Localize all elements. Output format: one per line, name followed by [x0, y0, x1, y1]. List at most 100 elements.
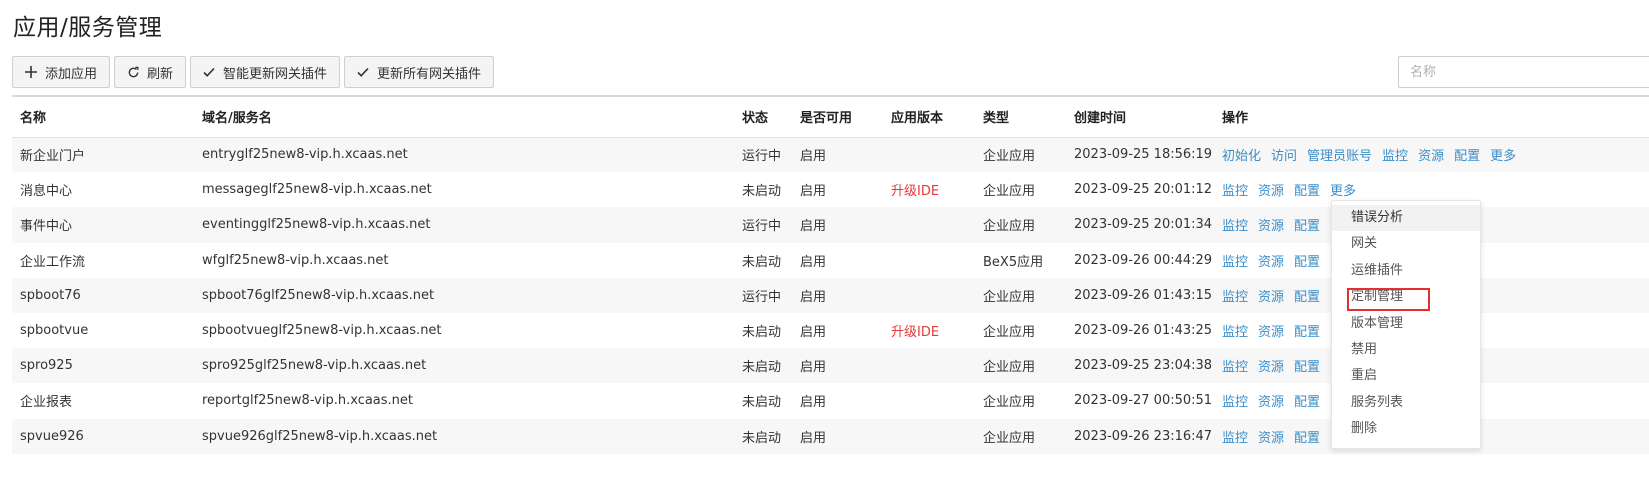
add-app-button[interactable]: 添加应用 [12, 56, 111, 88]
action-link[interactable]: 更多 [1490, 149, 1516, 164]
action-link[interactable]: 配置 [1294, 219, 1320, 234]
action-link[interactable]: 监控 [1222, 325, 1248, 340]
action-link[interactable]: 配置 [1294, 395, 1320, 410]
action-link[interactable]: 资源 [1258, 431, 1284, 446]
check-icon [201, 64, 217, 80]
cell-enabled: 启用 [792, 137, 883, 173]
column-header-status[interactable]: 状态 [734, 97, 792, 138]
cell-status: 运行中 [734, 137, 792, 173]
action-link[interactable]: 配置 [1294, 184, 1320, 199]
cell-enabled: 启用 [792, 172, 883, 208]
action-link[interactable]: 监控 [1222, 360, 1248, 375]
column-header-version[interactable]: 应用版本 [883, 97, 975, 138]
toolbar: 添加应用 刷新 智能更新网关插件 更新所有网关插件 [12, 56, 495, 88]
column-header-domain[interactable]: 域名/服务名 [194, 97, 734, 138]
cell-type: 企业应用 [975, 207, 1066, 243]
action-link[interactable]: 配置 [1454, 149, 1480, 164]
action-link[interactable]: 资源 [1418, 149, 1444, 164]
smart-update-label: 智能更新网关插件 [223, 66, 328, 82]
action-link[interactable]: 配置 [1294, 360, 1320, 375]
action-link[interactable]: 资源 [1258, 255, 1284, 270]
cell-type: 企业应用 [975, 383, 1066, 419]
plus-icon [23, 64, 39, 80]
cell-enabled: 启用 [792, 348, 883, 384]
action-link[interactable]: 监控 [1222, 431, 1248, 446]
action-link[interactable]: 资源 [1258, 290, 1284, 305]
cell-domain: spbootvueglf25new8-vip.h.xcaas.net [194, 312, 734, 349]
cell-created: 2023-09-25 20:01:34 [1066, 207, 1214, 243]
cell-enabled: 启用 [792, 242, 883, 278]
cell-version[interactable]: 升级IDE [883, 312, 975, 349]
cell-status: 运行中 [734, 207, 792, 243]
action-link[interactable]: 配置 [1294, 255, 1320, 270]
action-link[interactable]: 资源 [1258, 325, 1284, 340]
cell-version[interactable]: 升级IDE [883, 172, 975, 208]
menu-item-ops-plugin[interactable]: 运维插件 [1332, 258, 1480, 284]
cell-domain: eventingglf25new8-vip.h.xcaas.net [194, 207, 734, 243]
cell-domain: messageglf25new8-vip.h.xcaas.net [194, 172, 734, 208]
action-link[interactable]: 配置 [1294, 431, 1320, 446]
table-row: 新企业门户 entryglf25new8-vip.h.xcaas.net 运行中 启用… [12, 137, 1649, 173]
action-link[interactable]: 监控 [1382, 149, 1408, 164]
action-link[interactable]: 监控 [1222, 395, 1248, 410]
search-input[interactable] [1398, 56, 1649, 88]
action-link[interactable]: 监控 [1222, 219, 1248, 234]
cell-status: 未启动 [734, 312, 792, 349]
smart-update-gateway-plugin-button[interactable]: 智能更新网关插件 [190, 56, 341, 88]
cell-created: 2023-09-26 00:44:29 [1066, 242, 1214, 278]
action-link[interactable]: 资源 [1258, 184, 1284, 199]
action-link[interactable]: 访问 [1271, 149, 1297, 164]
action-link[interactable]: 资源 [1258, 360, 1284, 375]
cell-name: 企业工作流 [12, 242, 194, 278]
cell-created: 2023-09-25 20:01:12 [1066, 172, 1214, 208]
menu-item-restart[interactable]: 重启 [1332, 363, 1480, 389]
cell-enabled: 启用 [792, 312, 883, 349]
cell-status: 未启动 [734, 383, 792, 419]
update-all-gateway-plugins-button[interactable]: 更新所有网关插件 [344, 56, 495, 88]
menu-item-version-management[interactable]: 版本管理 [1332, 311, 1480, 337]
cell-domain: spboot76glf25new8-vip.h.xcaas.net [194, 277, 734, 313]
cell-version [883, 242, 975, 278]
cell-version [883, 348, 975, 384]
cell-enabled: 启用 [792, 277, 883, 313]
cell-type: BeX5应用 [975, 242, 1066, 278]
action-link[interactable]: 管理员账号 [1307, 149, 1372, 164]
column-header-enabled[interactable]: 是否可用 [792, 97, 883, 138]
action-link[interactable]: 配置 [1294, 325, 1320, 340]
menu-item-error-analysis[interactable]: 错误分析 [1332, 205, 1480, 232]
cell-created: 2023-09-26 23:16:47 [1066, 418, 1214, 454]
cell-actions: 初始化 访问 管理员账号 监控 资源 配置 更多 [1214, 137, 1649, 173]
cell-type: 企业应用 [975, 418, 1066, 454]
table-header-row: 名称 域名/服务名 状态 是否可用 应用版本 类型 创建时间 操作 [12, 97, 1649, 138]
menu-item-custom-management[interactable]: 定制管理 [1332, 284, 1480, 310]
column-header-created[interactable]: 创建时间 [1066, 97, 1214, 138]
cell-version [883, 207, 975, 243]
cell-type: 企业应用 [975, 277, 1066, 313]
cell-created: 2023-09-27 00:50:51 [1066, 383, 1214, 419]
action-link[interactable]: 监控 [1222, 184, 1248, 199]
cell-status: 未启动 [734, 172, 792, 208]
action-link[interactable]: 初始化 [1222, 149, 1261, 164]
action-link[interactable]: 资源 [1258, 219, 1284, 234]
cell-status: 未启动 [734, 418, 792, 454]
menu-item-delete[interactable]: 删除 [1332, 416, 1480, 442]
update-all-label: 更新所有网关插件 [377, 66, 482, 82]
action-link[interactable]: 资源 [1258, 395, 1284, 410]
cell-domain: reportglf25new8-vip.h.xcaas.net [194, 383, 734, 419]
more-actions-menu: 错误分析 网关 运维插件 定制管理 版本管理 禁用 重启 服务列表 删除 [1331, 200, 1481, 449]
menu-item-disable[interactable]: 禁用 [1332, 337, 1480, 363]
column-header-type[interactable]: 类型 [975, 97, 1066, 138]
menu-item-service-list[interactable]: 服务列表 [1332, 390, 1480, 416]
action-link[interactable]: 监控 [1222, 255, 1248, 270]
cell-version [883, 383, 975, 419]
action-link[interactable]: 配置 [1294, 290, 1320, 305]
action-link[interactable]: 更多 [1330, 184, 1356, 199]
page-title: 应用/服务管理 [13, 15, 163, 41]
menu-item-gateway[interactable]: 网关 [1332, 231, 1480, 257]
refresh-button[interactable]: 刷新 [114, 56, 187, 88]
column-header-name[interactable]: 名称 [12, 97, 194, 138]
cell-name: spro925 [12, 348, 194, 384]
action-link[interactable]: 监控 [1222, 290, 1248, 305]
cell-status: 未启动 [734, 348, 792, 384]
cell-created: 2023-09-25 18:56:19 [1066, 137, 1214, 173]
